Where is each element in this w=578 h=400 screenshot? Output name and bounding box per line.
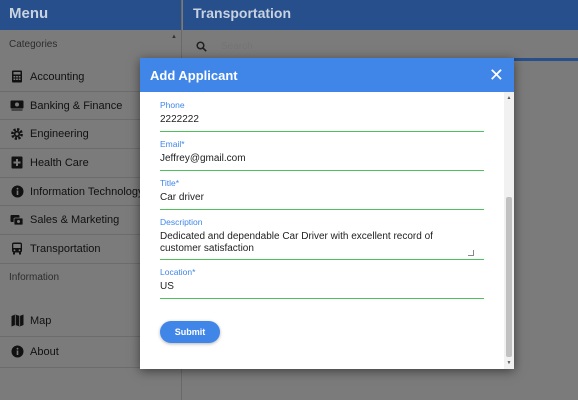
sidebar-item-label: Banking & Finance [30,99,123,112]
location-label: Location* [160,267,196,277]
sidebar-item-label: Map [30,314,52,327]
sidebar-item-label: Transportation [30,242,101,255]
gear-icon [10,127,24,141]
phone-label: Phone [160,100,185,110]
scroll-up-arrow-icon[interactable]: ▲ [504,95,514,101]
scrollbar-thumb[interactable] [506,197,512,357]
info-icon [10,345,24,359]
sidebar-item-label: Engineering [30,128,89,141]
money-icon [10,99,24,113]
title-field: Title* Car driver [160,178,484,210]
description-field: Description Dedicated and dependable Car… [160,217,484,260]
sidebar-title: Menu [0,0,181,30]
coins-icon [10,213,24,227]
scroll-down-arrow-icon[interactable]: ▼ [504,360,514,366]
dialog-body: Phone 2222222 Email* Jeffrey@gmail.com T… [140,92,504,369]
add-applicant-dialog: Add Applicant ✕ Phone 2222222 Email* Jef… [140,58,514,369]
email-field: Email* Jeffrey@gmail.com [160,139,484,171]
email-input[interactable]: Jeffrey@gmail.com [160,153,484,171]
search-icon [196,40,207,52]
search-input[interactable] [221,40,521,52]
title-input[interactable]: Car driver [160,192,484,210]
dialog-header: Add Applicant ✕ [140,58,514,92]
scroll-up-arrow-icon[interactable]: ▲ [171,34,177,40]
bus-icon [10,242,24,256]
categories-label-text: Categories [9,39,58,50]
phone-field: Phone 2222222 [160,100,484,132]
map-icon [10,314,24,328]
description-label: Description [160,217,203,227]
medical-icon [10,156,24,170]
sidebar-item-label: About [30,345,59,358]
submit-button[interactable]: Submit [160,321,220,343]
info-icon [10,185,24,199]
location-input[interactable]: US [160,281,484,299]
search-bar [186,34,578,61]
sidebar-item-label: Accounting [30,70,85,83]
phone-input[interactable]: 2222222 [160,114,484,132]
sidebar-item-label: Sales & Marketing [30,214,120,227]
calculator-icon [10,70,24,84]
description-textarea[interactable]: Dedicated and dependable Car Driver with… [160,231,484,260]
email-label: Email* [160,139,185,149]
dialog-title: Add Applicant [150,67,238,83]
page-title: Transportation [183,0,578,30]
title-label: Title* [160,178,180,188]
resize-handle-icon[interactable] [468,250,474,256]
close-icon[interactable]: ✕ [489,66,504,84]
location-field: Location* US [160,267,484,299]
dialog-scrollbar[interactable]: ▲ ▼ [504,92,514,369]
description-text: Dedicated and dependable Car Driver with… [160,231,433,254]
sidebar-item-label: Information Technology [30,185,144,198]
sidebar-item-label: Health Care [30,156,89,169]
